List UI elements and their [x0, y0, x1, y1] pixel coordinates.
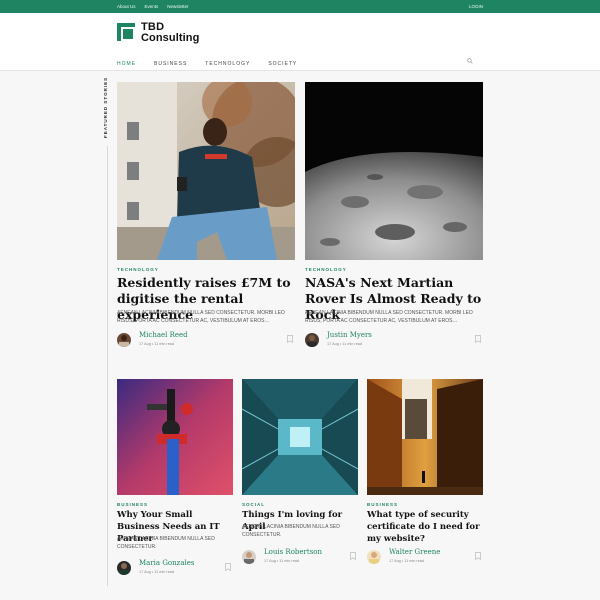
brand-logo[interactable]: TBD Consulting [141, 22, 199, 44]
avatar-image [369, 552, 379, 564]
featured-1-meta: 17 Aug • 11 min read [139, 342, 175, 346]
nav-tab-home[interactable]: HOME [117, 61, 136, 67]
top-link-newsletter[interactable]: Newsletter [167, 4, 188, 9]
card-2-excerpt: AENEAN LACINIA BIBENDUM NULLA SED CONSEC… [242, 524, 340, 538]
avatar-image [244, 552, 254, 564]
bookmark-icon[interactable] [225, 563, 231, 571]
featured-2-excerpt: AENEAN LACINIA BIBENDUM NULLA SED CONSEC… [305, 310, 473, 324]
site-header: TBD Consulting HOME BUSINESS TECHNOLOGY … [0, 13, 600, 71]
card-1-category[interactable]: BUSINESS [117, 502, 148, 507]
featured-image-2[interactable] [305, 82, 483, 260]
featured-2-meta: 17 Aug • 11 min read [327, 342, 363, 346]
card-3-title[interactable]: What type of security certificate do I n… [367, 509, 483, 545]
featured-1-excerpt: AENEAN LACINIA BIBENDUM NULLA SED CONSEC… [117, 310, 285, 324]
nav-tab-society[interactable]: SOCIETY [268, 61, 297, 67]
man-with-phone-image [117, 82, 295, 260]
card-2-author[interactable]: Louis Robertson [264, 548, 322, 556]
author-avatar[interactable] [305, 333, 319, 347]
top-utility-bar: About Us Events Newsletter LOGIN [0, 0, 600, 13]
card-2-category[interactable]: SOCIAL [242, 502, 265, 507]
main-nav: HOME BUSINESS TECHNOLOGY SOCIETY [117, 61, 315, 67]
top-link-events[interactable]: Events [145, 4, 159, 9]
featured-1-author[interactable]: Michael Reed [139, 331, 188, 339]
card-1-excerpt: AENEAN LACINIA BIBENDUM NULLA SED CONSEC… [117, 536, 215, 550]
author-avatar[interactable] [117, 333, 131, 347]
bookmark-icon[interactable] [475, 552, 481, 560]
featured-stories-text: FEATURED STORIES [103, 76, 108, 138]
brand-line-2: Consulting [141, 32, 200, 44]
bookmark-icon[interactable] [475, 335, 481, 343]
search-icon[interactable] [467, 58, 473, 64]
card-image-1[interactable] [117, 379, 233, 495]
nav-tab-technology[interactable]: TECHNOLOGY [205, 61, 250, 67]
login-link[interactable]: LOGIN [469, 4, 483, 9]
sidebar-divider [107, 146, 108, 586]
card-3-author[interactable]: Walter Greene [389, 548, 440, 556]
card-3-meta: 17 Aug • 11 min read [389, 559, 425, 563]
moon-surface-image [305, 82, 483, 260]
camera-gimbal-image [117, 379, 233, 495]
author-avatar[interactable] [242, 550, 256, 564]
avatar-image [307, 335, 317, 347]
featured-2-author[interactable]: Justin Myers [327, 331, 372, 339]
card-image-2[interactable] [242, 379, 358, 495]
logo-mark-icon[interactable] [117, 23, 135, 41]
featured-image-1[interactable] [117, 82, 295, 260]
bookmark-icon[interactable] [287, 335, 293, 343]
featured-2-category[interactable]: TECHNOLOGY [305, 267, 347, 272]
tunnel-machine-image [242, 379, 358, 495]
featured-stories-label: FEATURED STORIES [103, 77, 111, 142]
author-avatar[interactable] [117, 561, 131, 575]
bookmark-icon[interactable] [350, 552, 356, 560]
card-2-meta: 17 Aug • 11 min read [264, 559, 300, 563]
top-links: About Us Events Newsletter [117, 4, 189, 9]
card-image-3[interactable] [367, 379, 483, 495]
avatar-image [119, 563, 129, 575]
card-1-author[interactable]: Maria Gonzales [139, 559, 194, 567]
buildings-sunlight-image [367, 379, 483, 495]
card-1-meta: 17 Aug • 11 min read [139, 570, 175, 574]
nav-tab-business[interactable]: BUSINESS [154, 61, 187, 67]
top-link-about[interactable]: About Us [117, 4, 136, 9]
avatar-image [119, 335, 129, 347]
card-3-category[interactable]: BUSINESS [367, 502, 398, 507]
featured-1-category[interactable]: TECHNOLOGY [117, 267, 159, 272]
author-avatar[interactable] [367, 550, 381, 564]
